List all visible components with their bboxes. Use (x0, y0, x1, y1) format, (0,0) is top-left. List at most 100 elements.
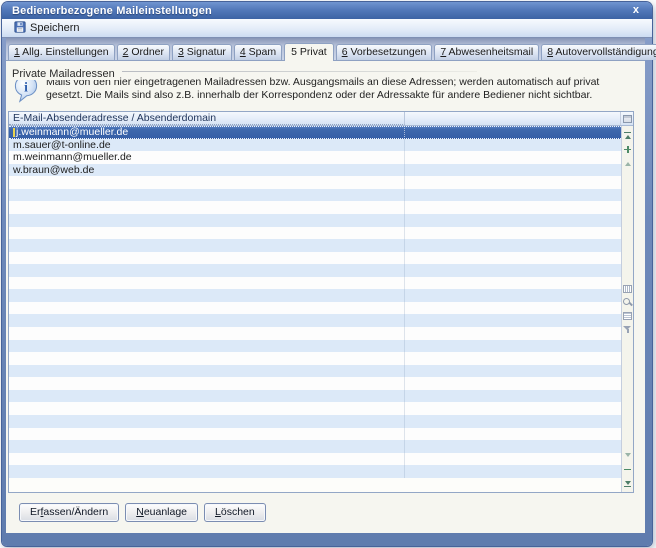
cell-empty (405, 465, 621, 478)
table-row-empty[interactable] (9, 252, 621, 265)
table-corner[interactable] (620, 112, 633, 125)
mail-address-table: E-Mail-Absenderadresse / Absenderdomain … (8, 111, 634, 493)
table-row-empty[interactable] (9, 201, 621, 214)
cell-empty (405, 252, 621, 265)
erfassen-aendern-button[interactable]: Erfassen/Ändern (19, 503, 119, 522)
cell-email (9, 390, 405, 403)
column-header-empty[interactable] (405, 112, 620, 125)
table-row-empty[interactable] (9, 415, 621, 428)
scroll-bottom-icon[interactable] (623, 479, 632, 488)
cell-email (9, 176, 405, 189)
save-button[interactable]: Speichern (8, 19, 86, 38)
table-row[interactable]: m.sauer@t-online.de (9, 139, 621, 152)
cell-email (9, 239, 405, 252)
cell-email (9, 352, 405, 365)
title-bar[interactable]: Bedienerbezogene Maileinstellungen x (2, 2, 652, 19)
table-row-empty[interactable] (9, 176, 621, 189)
delete-row-icon[interactable] (623, 465, 632, 474)
cell-empty (405, 365, 621, 378)
cell-empty (405, 139, 621, 152)
tab-autovervollstaendigung[interactable]: 8 Autovervollständigung (541, 44, 656, 60)
search-icon[interactable] (623, 298, 632, 307)
cell-empty (405, 314, 621, 327)
cell-empty (405, 340, 621, 353)
table-row-empty[interactable] (9, 465, 621, 478)
cell-email (9, 314, 405, 327)
table-row-empty[interactable] (9, 214, 621, 227)
table-body: j.weinmann@mueller.dem.sauer@t-online.de… (9, 126, 621, 492)
cell-email (9, 465, 405, 478)
groupbox-divider (122, 71, 477, 72)
table-row-empty[interactable] (9, 277, 621, 290)
scroll-up-icon[interactable] (623, 159, 632, 168)
scroll-down-icon[interactable] (623, 451, 632, 460)
cell-empty (405, 201, 621, 214)
table-row-empty[interactable] (9, 377, 621, 390)
cell-email (9, 252, 405, 265)
neuanlage-button[interactable]: Neuanlage (125, 503, 198, 522)
table-main: j.weinmann@mueller.dem.sauer@t-online.de… (9, 126, 633, 492)
cell-email (9, 377, 405, 390)
table-row[interactable]: m.weinmann@mueller.de (9, 151, 621, 164)
side-toolbar-group-top (623, 128, 632, 170)
tab-abwesenheitsmail[interactable]: 7 Abwesenheitsmail (434, 44, 539, 60)
table-row-empty[interactable] (9, 390, 621, 403)
cell-email (9, 415, 405, 428)
cell-email (9, 201, 405, 214)
toolbar: Speichern (2, 19, 652, 38)
table-row-empty[interactable] (9, 289, 621, 302)
table-row-empty[interactable] (9, 264, 621, 277)
tab-strip: 1 Allg. Einstellungen2 Ordner3 Signatur4… (6, 38, 645, 60)
table-row-empty[interactable] (9, 227, 621, 240)
table-row-empty[interactable] (9, 327, 621, 340)
tab-allg-einstellungen[interactable]: 1 Allg. Einstellungen (8, 44, 115, 60)
cell-email (9, 453, 405, 466)
list-icon[interactable] (623, 312, 632, 320)
tab-spam[interactable]: 4 Spam (234, 44, 282, 60)
cell-email: j.weinmann@mueller.de (9, 126, 405, 139)
tab-page-privat: Private Mailadressen i (6, 60, 645, 533)
cell-empty (405, 415, 621, 428)
table-row-empty[interactable] (9, 352, 621, 365)
table-row-empty[interactable] (9, 314, 621, 327)
cell-email (9, 227, 405, 240)
cell-empty (405, 302, 621, 315)
cell-email (9, 428, 405, 441)
cell-empty (405, 277, 621, 290)
action-button-row: Erfassen/Ändern Neuanlage Löschen (19, 503, 266, 522)
column-header-email[interactable]: E-Mail-Absenderadresse / Absenderdomain (9, 112, 405, 125)
info-text: Mails von den hier eingetragenen Mailadr… (46, 73, 599, 102)
table-row-empty[interactable] (9, 402, 621, 415)
cell-empty (405, 352, 621, 365)
table-row[interactable]: w.braun@web.de (9, 164, 621, 177)
cell-empty (405, 227, 621, 240)
table-row-empty[interactable] (9, 189, 621, 202)
tab-ordner[interactable]: 2 Ordner (117, 44, 170, 60)
table-row[interactable]: j.weinmann@mueller.de (9, 126, 621, 139)
tab-privat[interactable]: 5 Privat (284, 43, 334, 61)
cell-empty (405, 428, 621, 441)
tab-signatur[interactable]: 3 Signatur (172, 44, 232, 60)
table-row-empty[interactable] (9, 302, 621, 315)
table-row-empty[interactable] (9, 239, 621, 252)
cell-email (9, 340, 405, 353)
cell-empty (405, 126, 621, 139)
cell-empty (405, 440, 621, 453)
table-row-empty[interactable] (9, 440, 621, 453)
tab-vorbesetzungen[interactable]: 6 Vorbesetzungen (336, 44, 433, 60)
cell-empty (405, 453, 621, 466)
info-text-line2: gesetzt. Die Mails sind also z.B. innerh… (46, 89, 599, 102)
table-row-empty[interactable] (9, 428, 621, 441)
loeschen-button[interactable]: Löschen (204, 503, 266, 522)
window-title: Bedienerbezogene Maileinstellungen (12, 5, 212, 17)
insert-row-icon[interactable] (623, 145, 632, 154)
columns-icon[interactable] (623, 285, 632, 293)
table-row-empty[interactable] (9, 365, 621, 378)
cell-email (9, 365, 405, 378)
close-button[interactable]: x (633, 3, 639, 18)
filter-icon[interactable] (623, 325, 632, 334)
table-row-empty[interactable] (9, 453, 621, 466)
table-side-toolbar (621, 126, 633, 492)
scroll-top-icon[interactable] (623, 131, 632, 140)
table-row-empty[interactable] (9, 340, 621, 353)
